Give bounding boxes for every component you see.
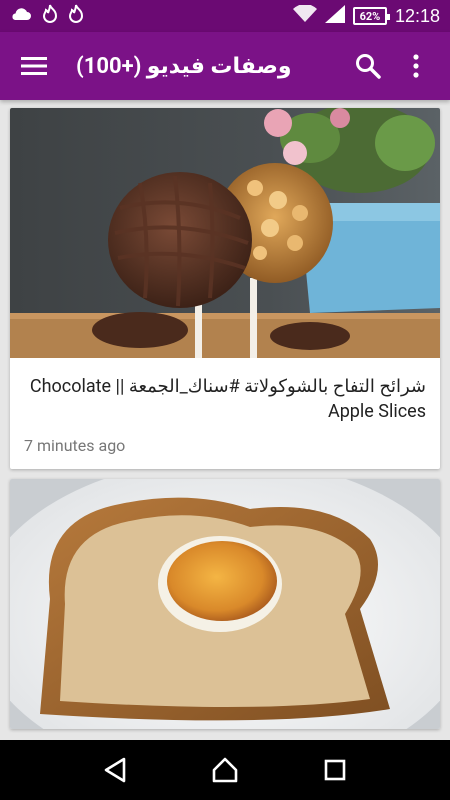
video-card[interactable]: شرائح التفاح بالشوكولاتة #سناك_الجمعة ||… <box>10 108 440 469</box>
wifi-icon <box>292 3 317 28</box>
page-title: وصفات فيديو (+100) <box>76 53 292 79</box>
video-card[interactable] <box>10 479 440 729</box>
home-icon <box>212 757 238 783</box>
signal-icon <box>324 4 345 28</box>
hamburger-icon <box>21 57 47 75</box>
recents-button[interactable] <box>313 748 357 792</box>
recents-icon <box>324 759 346 781</box>
status-bar: 62% 12:18 <box>0 0 450 32</box>
video-feed: شرائح التفاح بالشوكولاتة #سناك_الجمعة ||… <box>0 100 450 740</box>
system-nav-bar <box>0 740 450 800</box>
search-button[interactable] <box>346 44 390 88</box>
video-thumbnail[interactable] <box>10 108 440 358</box>
menu-button[interactable] <box>12 44 56 88</box>
video-thumbnail[interactable] <box>10 479 440 729</box>
back-button[interactable] <box>93 748 137 792</box>
notification-icons <box>10 4 84 29</box>
flame-icon <box>42 4 58 29</box>
video-title[interactable]: شرائح التفاح بالشوكولاتة #سناك_الجمعة ||… <box>24 374 426 424</box>
search-icon <box>356 54 381 79</box>
flame-icon <box>68 4 84 29</box>
more-vert-icon <box>413 54 419 78</box>
clock: 12:18 <box>394 5 440 26</box>
home-button[interactable] <box>203 748 247 792</box>
cloud-icon <box>10 6 32 26</box>
battery-icon: 62% <box>352 7 390 25</box>
overflow-menu-button[interactable] <box>394 44 438 88</box>
back-icon <box>104 757 126 783</box>
video-timestamp: 7 minutes ago <box>24 436 126 455</box>
app-bar: وصفات فيديو (+100) <box>0 32 450 100</box>
